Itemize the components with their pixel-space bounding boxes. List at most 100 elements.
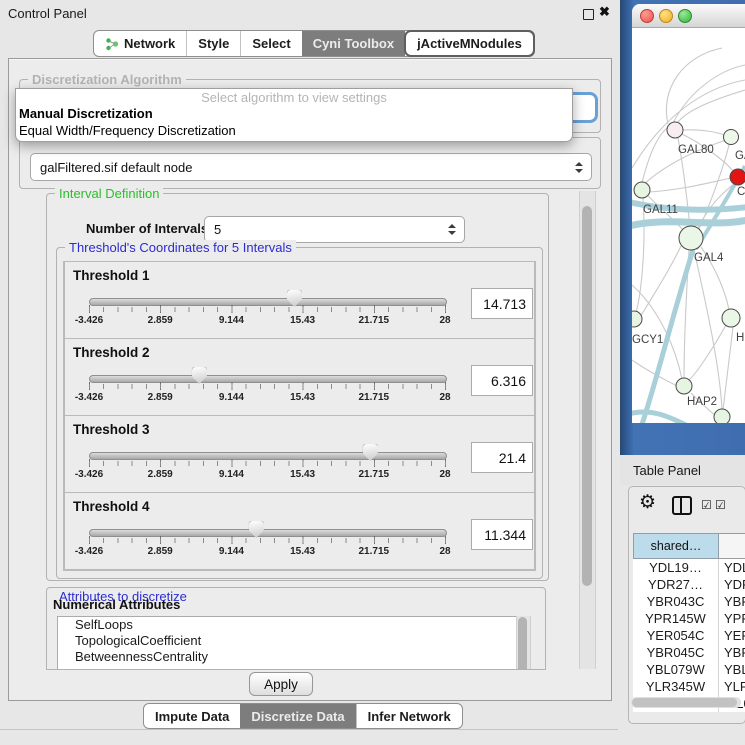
- numerical-attributes-list: SelfLoopsTopologicalCoefficientBetweenne…: [57, 616, 517, 670]
- network-node[interactable]: [714, 409, 730, 423]
- checkbox-icon[interactable]: ☑: [715, 498, 726, 512]
- slider-tick-label: -3.426: [75, 392, 103, 403]
- network-node-c[interactable]: [730, 169, 745, 185]
- network-canvas[interactable]: GAL80GACGAL11GAL4GCY1HHAP2: [632, 28, 745, 423]
- mac-minimize-icon[interactable]: [659, 9, 673, 23]
- network-window-titlebar[interactable]: [632, 4, 745, 28]
- tab-style[interactable]: Style: [186, 31, 240, 56]
- algorithm-dropdown-hint: Select algorithm to view settings: [16, 89, 572, 105]
- attribute-list-item[interactable]: TopologicalCoefficient: [58, 633, 516, 649]
- network-node-hap2[interactable]: [676, 378, 692, 394]
- settings-gear-icon[interactable]: ⚙: [639, 491, 656, 514]
- slider-tick-label: 21.715: [359, 392, 390, 403]
- interval-definition-group-title: Interval Definition: [55, 186, 163, 201]
- slider-tick-label: 9.144: [219, 546, 244, 557]
- table-cell-shared-name: YBL079W: [633, 661, 719, 678]
- network-edge[interactable]: [689, 325, 726, 380]
- table-row[interactable]: YDL19…YDL1: [633, 559, 745, 576]
- table-row[interactable]: YDR27…YDR2: [633, 576, 745, 593]
- network-node-label: HAP2: [687, 396, 717, 408]
- settings-scrollbar-thumb[interactable]: [582, 206, 592, 586]
- algorithm-option[interactable]: Manual Discretization: [16, 105, 572, 122]
- slider-tick-label: 28: [439, 392, 450, 403]
- split-columns-icon[interactable]: [672, 496, 692, 515]
- table-row[interactable]: YBR043CYBR0: [633, 593, 745, 610]
- mac-zoom-icon[interactable]: [678, 9, 692, 23]
- network-node-gcy1[interactable]: [632, 311, 642, 327]
- network-node-gal80[interactable]: [667, 122, 683, 138]
- network-edge[interactable]: [673, 65, 745, 123]
- tab-jactivemnodules[interactable]: jActiveMNodules: [404, 30, 535, 57]
- attributes-scrollbar[interactable]: [516, 616, 531, 670]
- slider-tick-label: 9.144: [219, 392, 244, 403]
- table-cell-name: YBR0: [719, 644, 745, 661]
- slider-tick-label: 15.43: [290, 546, 315, 557]
- number-of-intervals-value: 5: [205, 222, 444, 237]
- checkbox-icon[interactable]: ☑: [701, 498, 712, 512]
- tab-label: jActiveMNodules: [417, 36, 522, 51]
- numerical-attributes-label: Numerical Attributes: [53, 597, 180, 612]
- network-node-h[interactable]: [722, 309, 740, 327]
- slider-minor-ticks: [89, 384, 446, 389]
- table-cell-name: YBR0: [719, 593, 745, 610]
- tab-select[interactable]: Select: [240, 31, 301, 56]
- apply-button[interactable]: Apply: [249, 672, 313, 696]
- network-window: GAL80GACGAL11GAL4GCY1HHAP2: [632, 4, 745, 423]
- slider-tick-label: 28: [439, 546, 450, 557]
- table-row[interactable]: YPR145WYPR1: [633, 610, 745, 627]
- network-edge-thick[interactable]: [632, 220, 745, 226]
- tab-label: Discretize Data: [251, 709, 344, 724]
- threshold-value-field[interactable]: [471, 365, 533, 396]
- network-node-gal11[interactable]: [634, 182, 650, 198]
- column-header-shared-name[interactable]: shared…: [633, 533, 719, 559]
- slider-tick-label: 15.43: [290, 315, 315, 326]
- thresholds-group-title: Threshold's Coordinates for 5 Intervals: [65, 240, 296, 255]
- network-edge[interactable]: [666, 48, 722, 124]
- table-panel-titlebar: Table Panel: [620, 455, 745, 485]
- network-edge[interactable]: [694, 250, 722, 410]
- table-row[interactable]: YBR045CYBR0: [633, 644, 745, 661]
- threshold-value-field[interactable]: [471, 288, 533, 319]
- network-node-gal4[interactable]: [679, 226, 703, 250]
- discretization-algorithm-group-title: Discretization Algorithm: [28, 72, 186, 87]
- settings-scrollbar[interactable]: [579, 191, 596, 669]
- table-row[interactable]: YBL079WYBL0: [633, 661, 745, 678]
- network-edge[interactable]: [723, 327, 733, 410]
- combo-arrows-icon: [444, 224, 460, 235]
- bottom-tab-bar: Impute Data Discretize Data Infer Network: [143, 703, 463, 729]
- tab-cyni-toolbox[interactable]: Cyni Toolbox: [302, 31, 405, 56]
- number-of-intervals-combobox[interactable]: 5: [204, 216, 465, 243]
- network-edge[interactable]: [678, 90, 745, 122]
- table-cell-shared-name: YDR27…: [633, 576, 719, 593]
- attribute-list-item[interactable]: BetweennessCentrality: [58, 649, 516, 665]
- network-edge[interactable]: [683, 130, 724, 135]
- tab-infer-network[interactable]: Infer Network: [356, 704, 462, 728]
- number-of-intervals-label: Number of Intervals: [86, 221, 208, 236]
- threshold-value-field[interactable]: [471, 442, 533, 473]
- tab-network[interactable]: Network: [94, 31, 186, 56]
- table-cell-shared-name: YDL19…: [633, 559, 719, 576]
- slider-tick-label: 28: [439, 469, 450, 480]
- table-cell-name: YDR2: [719, 576, 745, 593]
- table-data-combobox[interactable]: galFiltered.sif default node: [30, 153, 592, 181]
- slider-tick-label: 9.144: [219, 469, 244, 480]
- close-icon[interactable]: ✖: [599, 4, 610, 20]
- column-header-name[interactable]: na: [719, 533, 745, 559]
- table-panel: ⚙ ☑ ☑ shared… na YDL19…YDL1YDR27…YDR2YBR…: [628, 486, 745, 724]
- table-cell-shared-name: YLR345W: [633, 678, 719, 695]
- attribute-list-item[interactable]: SelfLoops: [58, 617, 516, 633]
- network-node-label: GAL4: [694, 252, 724, 264]
- table-row[interactable]: YLR345WYLR3: [633, 678, 745, 695]
- mac-close-icon[interactable]: [640, 9, 654, 23]
- tab-impute-data[interactable]: Impute Data: [144, 704, 240, 728]
- table-horizontal-scrollbar[interactable]: [631, 697, 741, 708]
- tab-discretize-data[interactable]: Discretize Data: [240, 704, 355, 728]
- table-cell-name: YLR3: [719, 678, 745, 695]
- network-node-ga[interactable]: [724, 130, 739, 145]
- float-window-icon[interactable]: [583, 9, 594, 20]
- table-cell-shared-name: YBR045C: [633, 644, 719, 661]
- tab-label: Impute Data: [155, 709, 229, 724]
- algorithm-option[interactable]: Equal Width/Frequency Discretization: [16, 122, 572, 139]
- table-row[interactable]: YER054CYER0: [633, 627, 745, 644]
- threshold-value-field[interactable]: [471, 519, 533, 550]
